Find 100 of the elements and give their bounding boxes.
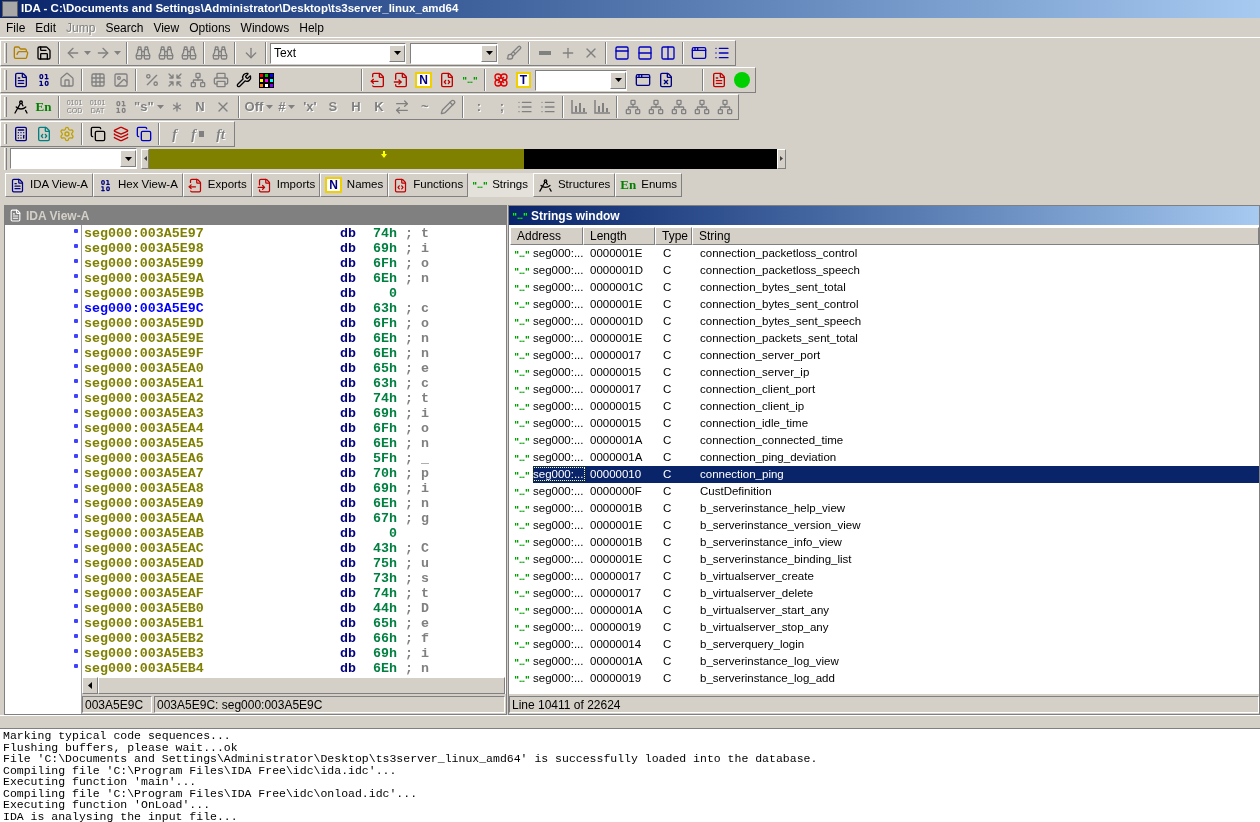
status-cell: Line 10411 of 22624 (509, 696, 1259, 713)
table-cell: C (663, 671, 672, 684)
toolbar-grip[interactable] (4, 70, 7, 90)
tab[interactable]: Strings (468, 173, 533, 197)
table-cell: C (663, 280, 672, 293)
tab[interactable]: Functions (388, 173, 469, 197)
quote-marks-icon (514, 437, 529, 444)
scrollbar-thumb[interactable] (98, 677, 505, 694)
tab[interactable]: Exports (182, 173, 252, 197)
menu-item[interactable]: Windows (235, 18, 295, 37)
value-label: 63h (373, 376, 397, 391)
calculator-icon (12, 126, 29, 142)
table-cell: b_serverinstance_log_add (700, 671, 835, 684)
file-output-icon (369, 72, 386, 88)
toolbar-grip[interactable] (4, 147, 7, 170)
quote-marks-icon (514, 658, 529, 665)
menu-item[interactable]: Options (184, 18, 236, 37)
console-line: Flushing buffers, please wait...ok (3, 741, 238, 753)
window-icon (634, 72, 651, 88)
value-label: 6Fh (373, 256, 397, 271)
table-cell: b_serverinstance_binding_list (700, 552, 852, 565)
toolbar-button[interactable]: T (512, 68, 535, 92)
stacked-windows-icon (89, 126, 106, 142)
table-cell: connection_connected_time (700, 433, 844, 446)
right-arrow-icon (780, 156, 783, 161)
scroll-right-button[interactable] (777, 148, 786, 169)
value-label: 6Eh (373, 661, 397, 676)
dropdown-field[interactable]: Text (270, 42, 406, 64)
table-cell: seg000:... (533, 654, 584, 667)
quote-marks-icon (514, 454, 529, 461)
address-label: seg000:003A5EAA (84, 511, 204, 526)
table-cell: 0000001A (590, 603, 643, 616)
table-cell: connection_server_port (700, 348, 821, 361)
bar-chart-icon (593, 100, 610, 114)
menu-item[interactable]: Search (100, 18, 149, 37)
dropdown-field[interactable] (410, 42, 498, 64)
document-icon (9, 209, 22, 222)
dropdown-button[interactable] (481, 44, 497, 62)
comment-label: ; s (405, 571, 429, 586)
dropdown-field[interactable] (10, 148, 137, 169)
toolbar-grip[interactable] (4, 97, 7, 117)
dropdown-field[interactable] (535, 69, 627, 91)
column-header[interactable]: Length (583, 227, 655, 245)
directive-label: db (340, 526, 356, 541)
left-arrow-icon (143, 156, 147, 161)
dropdown-button[interactable] (120, 150, 136, 167)
quote-marks-icon (514, 573, 529, 580)
table-cell: seg000:... (533, 280, 584, 293)
quote-marks-icon (514, 522, 529, 529)
table-cell: seg000:... (533, 518, 584, 531)
table-cell: 0000001D (590, 314, 644, 327)
layers-icon (112, 126, 129, 142)
menu-item[interactable]: File (1, 18, 31, 37)
column-header[interactable]: Address (510, 227, 583, 245)
flower-icon (492, 72, 509, 88)
quote-marks-icon (514, 386, 529, 393)
menu-item[interactable]: Edit (30, 18, 62, 37)
address-label: seg000:003A5EB4 (84, 661, 204, 676)
toolbar-grip[interactable] (4, 43, 7, 63)
address-label: seg000:003A5EB0 (84, 601, 204, 616)
quote-marks-icon (514, 488, 529, 495)
table-cell: 0000001E (590, 331, 643, 344)
tab[interactable]: IDA View-A (5, 173, 93, 197)
table-cell: 0000001E (590, 297, 643, 310)
scroll-left-button[interactable] (141, 148, 149, 169)
value-label: 65h (373, 616, 397, 631)
scroll-left-button[interactable] (82, 677, 98, 694)
tab[interactable]: Structures (532, 173, 616, 197)
console-line: File 'C:\Documents and Settings\Administrator\Desktop\ts3server_linux_amd64' is successfully loaded into the database. (3, 753, 818, 765)
directive-label: db (340, 271, 356, 286)
table-cell: 00000015 (590, 365, 642, 378)
table-cell: seg000:... (533, 501, 584, 514)
table-cell: seg000:... (533, 603, 584, 616)
lock-icon (198, 131, 204, 137)
binoculars-icon (180, 45, 197, 61)
table-row[interactable]: seg000:... 00000010 C connection_ping (533, 466, 1259, 483)
directive-label: db (340, 301, 356, 316)
grid-icon (89, 72, 106, 88)
table-cell: seg000:... (533, 297, 584, 310)
circle-icon (733, 72, 750, 88)
value-label: 6Eh (373, 331, 397, 346)
value-label: 73h (373, 571, 397, 586)
table-cell: b_serverinstance_log_view (700, 654, 839, 667)
tab[interactable]: En Enums (615, 173, 683, 197)
menu-item[interactable]: View (148, 18, 185, 37)
toolbar-button[interactable]: N (412, 68, 435, 92)
tab[interactable]: N Names (320, 173, 389, 197)
column-header[interactable]: Type (655, 227, 692, 245)
caret-icon (614, 78, 622, 82)
tab[interactable]: Imports (251, 173, 321, 197)
table-cell: connection_ping (700, 467, 784, 480)
address-label: seg000:003A5E9D (84, 316, 204, 331)
tab[interactable]: Hex View-A (92, 173, 183, 197)
dropdown-button[interactable] (389, 44, 405, 62)
menu-item[interactable]: Help (294, 18, 329, 37)
column-header[interactable]: String (692, 227, 1259, 245)
toolbar-grip[interactable] (4, 124, 7, 144)
table-cell: b_serverinstance_info_view (700, 535, 842, 548)
folder-open-icon (12, 45, 29, 61)
dropdown-button[interactable] (610, 71, 626, 89)
